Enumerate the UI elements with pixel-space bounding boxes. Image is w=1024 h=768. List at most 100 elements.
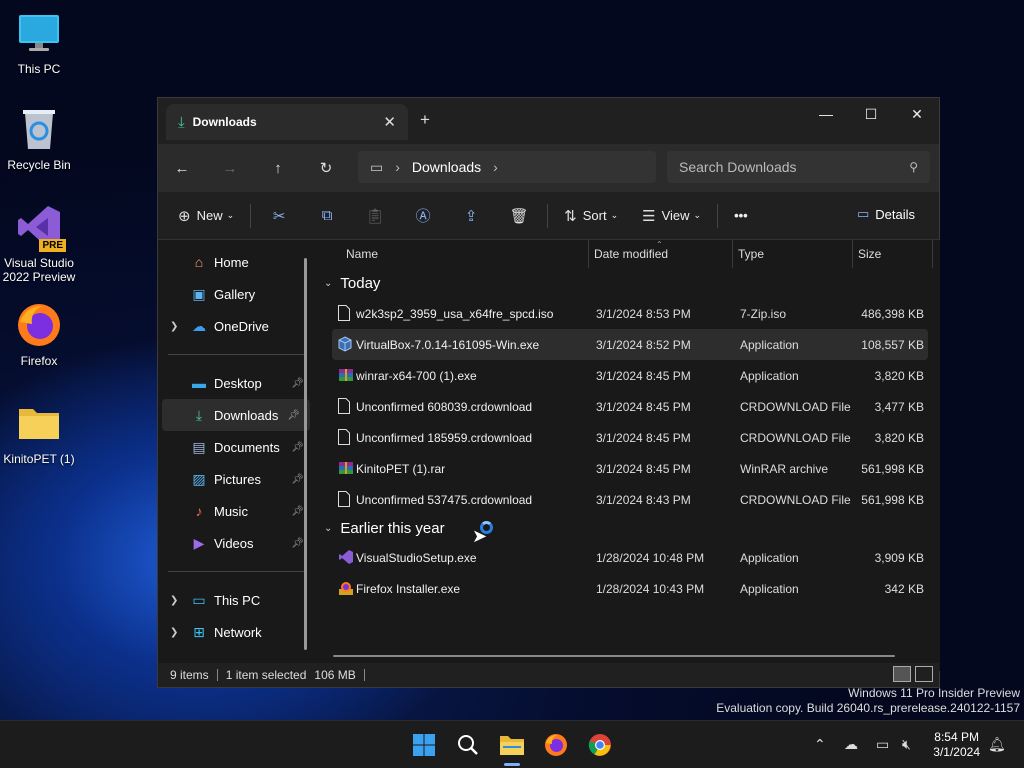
- sidebar-item-this-pc[interactable]: ❯ ▭ This PC: [158, 584, 314, 616]
- file-row[interactable]: KinitoPET (1).rar 3/1/2024 8:45 PM WinRA…: [332, 453, 928, 484]
- cut-icon[interactable]: ✂: [255, 207, 303, 225]
- horizontal-scrollbar[interactable]: [333, 655, 895, 657]
- refresh-icon[interactable]: ↻: [302, 159, 350, 177]
- search-icon: ⚲: [909, 160, 918, 174]
- file-row[interactable]: VirtualBox-7.0.14-161095-Win.exe 3/1/202…: [332, 329, 928, 360]
- chevron-right-icon[interactable]: ❯: [170, 627, 178, 638]
- desktop-icon-this-pc[interactable]: This PC: [0, 10, 78, 76]
- sidebar-item-home[interactable]: ⌂ Home: [158, 246, 314, 278]
- taskbar: ⌃ ☁ ▭ 🔇︎ 8:54 PM 3/1/2024 🔔︎: [0, 720, 1024, 768]
- file-date: 3/1/2024 8:45 PM: [596, 431, 691, 445]
- onedrive-icon: ☁: [192, 317, 206, 334]
- file-icon: [338, 491, 352, 507]
- taskbar-chrome[interactable]: [586, 731, 614, 759]
- sort-button[interactable]: ⇅ Sort ⌄: [552, 200, 630, 232]
- file-type: Application: [740, 551, 799, 565]
- search-button[interactable]: [454, 731, 482, 759]
- more-options-button[interactable]: •••: [722, 200, 760, 232]
- file-size: 3,477 KB: [874, 400, 924, 414]
- close-tab-icon[interactable]: ✕: [383, 113, 396, 131]
- tiles-view-icon[interactable]: [915, 666, 933, 682]
- forward-icon[interactable]: →: [206, 160, 254, 177]
- up-icon[interactable]: ↑: [254, 160, 302, 177]
- details-view-icon[interactable]: [893, 666, 911, 682]
- close-button[interactable]: ✕: [894, 102, 940, 126]
- system-clock[interactable]: 8:54 PM 3/1/2024: [933, 730, 980, 760]
- delete-icon[interactable]: 🗑︎: [495, 207, 543, 225]
- column-header-date[interactable]: Date modified: [594, 247, 668, 261]
- sidebar-item-gallery[interactable]: ▣ Gallery: [158, 278, 314, 310]
- column-header-type[interactable]: Type: [738, 247, 764, 261]
- sidebar-item-network[interactable]: ❯ ⊞ Network: [158, 616, 314, 648]
- notification-bell-icon[interactable]: 🔔︎: [988, 736, 1006, 753]
- divider: [168, 571, 304, 572]
- file-date: 1/28/2024 10:48 PM: [596, 551, 705, 565]
- file-row[interactable]: Firefox Installer.exe 1/28/2024 10:43 PM…: [332, 573, 928, 604]
- desktop-icon-kinitopet[interactable]: KinitoPET (1): [0, 400, 78, 466]
- column-divider[interactable]: [852, 240, 853, 268]
- breadcrumb-downloads[interactable]: Downloads: [412, 159, 481, 175]
- sidebar-item-desktop[interactable]: ▬ Desktop 📌︎: [158, 367, 314, 399]
- divider: [363, 669, 365, 681]
- file-row[interactable]: Unconfirmed 185959.crdownload 3/1/2024 8…: [332, 422, 928, 453]
- column-header-name[interactable]: Name: [346, 247, 378, 261]
- file-name: winrar-x64-700 (1).exe: [356, 369, 477, 383]
- sidebar-item-pictures[interactable]: ▨ Pictures 📌︎: [158, 463, 314, 495]
- file-row[interactable]: w2k3sp2_3959_usa_x64fre_spcd.iso 3/1/202…: [332, 298, 928, 329]
- network-icon[interactable]: ▭: [876, 736, 889, 753]
- sidebar-scrollbar[interactable]: [304, 258, 307, 650]
- desktop-icon-visual-studio[interactable]: PRE Visual Studio 2022 Preview: [0, 204, 78, 284]
- rename-icon[interactable]: Ⓐ: [399, 205, 447, 226]
- item-count: 9 items: [170, 668, 209, 682]
- file-name: Unconfirmed 185959.crdownload: [356, 431, 533, 445]
- view-label: View: [661, 208, 690, 223]
- minimize-button[interactable]: —: [803, 102, 849, 126]
- back-icon[interactable]: ←: [158, 160, 206, 177]
- copy-icon[interactable]: ⧉: [303, 207, 351, 224]
- start-button[interactable]: [410, 731, 438, 759]
- winrar-icon: [338, 460, 353, 476]
- new-button[interactable]: ⊕ New ⌄: [166, 200, 246, 232]
- desktop-icon-recycle-bin[interactable]: Recycle Bin: [0, 106, 78, 172]
- search-input[interactable]: Search Downloads ⚲: [667, 151, 930, 183]
- file-date: 1/28/2024 10:43 PM: [596, 582, 705, 596]
- file-row[interactable]: winrar-x64-700 (1).exe 3/1/2024 8:45 PM …: [332, 360, 928, 391]
- desktop-icon-firefox[interactable]: Firefox: [0, 302, 78, 368]
- breadcrumb-separator: ›: [395, 159, 400, 175]
- address-bar[interactable]: ▭ › Downloads ›: [358, 151, 656, 183]
- show-hidden-icons-icon[interactable]: ⌃: [814, 736, 826, 753]
- sidebar-item-downloads[interactable]: ⤓ Downloads 📌︎: [162, 399, 310, 431]
- chevron-right-icon[interactable]: ❯: [170, 321, 178, 332]
- view-button[interactable]: ☰ View ⌄: [630, 200, 713, 232]
- file-explorer-window: ⤓ Downloads ✕ + — ☐ ✕ ← → ↑ ↻ ▭ › Downlo…: [157, 97, 940, 688]
- cloud-offline-icon[interactable]: ☁: [844, 736, 858, 753]
- file-row[interactable]: Unconfirmed 537475.crdownload 3/1/2024 8…: [332, 484, 928, 515]
- file-date: 3/1/2024 8:52 PM: [596, 338, 691, 352]
- column-divider[interactable]: [932, 240, 933, 268]
- share-icon[interactable]: ⇪: [447, 207, 495, 225]
- details-pane-button[interactable]: ▭ Details: [847, 200, 925, 228]
- group-header-today[interactable]: ⌄ Today: [316, 268, 940, 298]
- chevron-right-icon[interactable]: ❯: [170, 595, 178, 606]
- tab-downloads[interactable]: ⤓ Downloads ✕: [166, 104, 408, 140]
- sidebar-item-onedrive[interactable]: ❯ ☁ OneDrive: [158, 310, 314, 342]
- sort-icon: ⇅: [564, 207, 577, 225]
- file-row[interactable]: Unconfirmed 608039.crdownload 3/1/2024 8…: [332, 391, 928, 422]
- volume-muted-icon[interactable]: 🔇︎: [902, 736, 911, 753]
- column-header-size[interactable]: Size: [858, 247, 881, 261]
- file-row[interactable]: VisualStudioSetup.exe 1/28/2024 10:48 PM…: [332, 542, 928, 573]
- sidebar-item-videos[interactable]: ▶ Videos 📌︎: [158, 527, 314, 559]
- busy-spinner-icon: [480, 521, 493, 534]
- column-divider[interactable]: [588, 240, 589, 268]
- sidebar-item-music[interactable]: ♪ Music 📌︎: [158, 495, 314, 527]
- paste-icon[interactable]: 📋︎: [351, 207, 399, 225]
- sidebar-item-label: Downloads: [214, 407, 279, 423]
- group-header-earlier-this-year[interactable]: ⌄ Earlier this year: [316, 515, 940, 542]
- breadcrumb-separator[interactable]: ›: [493, 159, 498, 175]
- taskbar-firefox[interactable]: [542, 731, 570, 759]
- taskbar-file-explorer[interactable]: [498, 731, 526, 766]
- column-divider[interactable]: [732, 240, 733, 268]
- maximize-button[interactable]: ☐: [848, 102, 894, 126]
- new-tab-button[interactable]: +: [420, 110, 430, 130]
- sidebar-item-documents[interactable]: ▤ Documents 📌︎: [158, 431, 314, 463]
